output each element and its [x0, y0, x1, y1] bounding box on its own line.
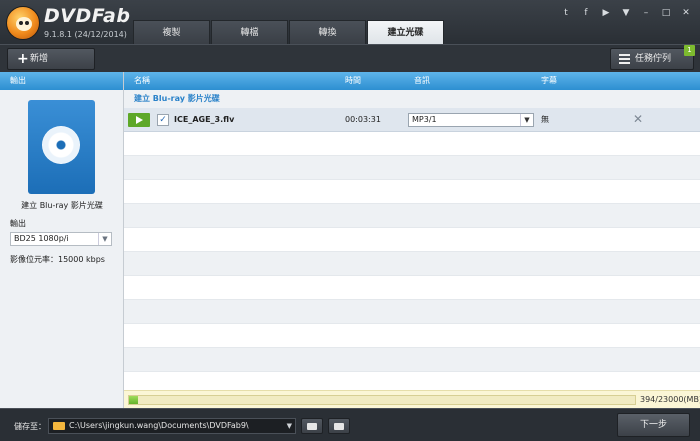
file-duration: 00:03:31: [345, 115, 381, 124]
dvdfab-logo-icon: [6, 6, 40, 40]
output-path-select[interactable]: C:\Users\jingkun.wang\Documents\DVDFab9\…: [48, 418, 296, 434]
chevron-down-icon[interactable]: ▼: [98, 233, 111, 245]
output-path-value: C:\Users\jingkun.wang\Documents\DVDFab9\: [69, 421, 249, 430]
next-button[interactable]: 下一步: [617, 413, 690, 437]
iso-output-button[interactable]: [328, 418, 350, 434]
toolbar: + 新增 任務佇列: [0, 44, 700, 72]
folder-icon: [307, 423, 317, 430]
empty-row: [124, 156, 700, 180]
empty-row: [124, 324, 700, 348]
restore-icon[interactable]: □: [658, 6, 674, 20]
task-queue-label: 任務佇列: [635, 54, 672, 64]
youtube-icon[interactable]: ▶: [598, 6, 614, 20]
queue-count-badge: 1: [684, 45, 695, 56]
play-icon[interactable]: [128, 113, 150, 127]
column-audio: 音訊: [414, 76, 430, 85]
disc-caption: 建立 Blu-ray 影片光碟: [21, 201, 103, 210]
empty-row: [124, 180, 700, 204]
empty-row: [124, 276, 700, 300]
capacity-fill: [129, 396, 138, 404]
bottom-bar: 儲存至： C:\Users\jingkun.wang\Documents\DVD…: [0, 408, 700, 441]
file-checkbox[interactable]: ✓: [157, 114, 169, 126]
menu-dropdown-icon[interactable]: ▼: [618, 6, 634, 20]
empty-row: [124, 204, 700, 228]
add-button-label: 新增: [30, 54, 49, 64]
facebook-icon[interactable]: f: [578, 6, 594, 20]
file-list: 名稱 時間 音訊 字幕 建立 Blu-ray 影片光碟 ✓ ICE_AGE_3.…: [124, 72, 700, 408]
twitter-icon[interactable]: t: [558, 6, 574, 20]
empty-row: [124, 348, 700, 372]
chevron-down-icon[interactable]: ▼: [520, 114, 533, 126]
tab-copy[interactable]: 複製: [133, 20, 210, 44]
browse-folder-button[interactable]: [301, 418, 323, 434]
app-version: 9.1.8.1 (24/12/2014): [44, 30, 127, 39]
capacity-text: 394/23000(MB): [640, 395, 700, 404]
video-bitrate: 影像位元率：15000 kbps: [10, 255, 105, 264]
output-panel: 輸出 建立 Blu-ray 影片光碟 輸出 BD25 1080p/i ▼ 影像位…: [0, 72, 124, 408]
file-name: ICE_AGE_3.flv: [174, 115, 235, 124]
disc-image-icon: [334, 423, 344, 430]
audio-track-select[interactable]: MP3/1 ▼: [408, 113, 534, 127]
column-subtitle: 字幕: [541, 76, 557, 85]
capacity-track: [128, 395, 636, 405]
column-time: 時間: [345, 76, 361, 85]
empty-row: [124, 300, 700, 324]
audio-track-value: MP3/1: [412, 115, 437, 124]
remove-icon[interactable]: ✕: [631, 112, 645, 126]
output-panel-header: 輸出: [0, 72, 123, 90]
empty-row: [124, 228, 700, 252]
folder-icon: [53, 422, 65, 430]
disc-capacity-bar: 394/23000(MB): [124, 390, 700, 408]
empty-row: [124, 132, 700, 156]
plus-icon: +: [17, 51, 29, 67]
table-row[interactable]: ✓ ICE_AGE_3.flv 00:03:31 MP3/1 ▼ 無 ✕: [124, 108, 700, 132]
tab-converter[interactable]: 轉換: [289, 20, 366, 44]
add-button[interactable]: + 新增: [7, 48, 95, 70]
column-name: 名稱: [134, 76, 150, 85]
chevron-down-icon[interactable]: ▼: [287, 419, 292, 433]
window-controls: t f ▶ ▼ – □ ✕: [558, 6, 694, 20]
subtitle-value[interactable]: 無: [541, 108, 549, 132]
task-queue-button[interactable]: 任務佇列: [610, 48, 694, 70]
tab-ripper[interactable]: 轉檔: [211, 20, 288, 44]
output-format-value: BD25 1080p/i: [14, 234, 69, 243]
minimize-icon[interactable]: –: [638, 6, 654, 20]
output-label: 輸出: [10, 219, 26, 228]
app-name: DVDFab: [44, 5, 131, 27]
list-icon: [619, 54, 630, 64]
save-to-label: 儲存至：: [14, 422, 46, 431]
output-format-select[interactable]: BD25 1080p/i ▼: [10, 232, 112, 246]
mode-tabs: 複製 轉檔 轉換 建立光碟: [133, 20, 445, 44]
tab-creator[interactable]: 建立光碟: [367, 20, 444, 44]
list-header: 名稱 時間 音訊 字幕: [124, 72, 700, 90]
close-icon[interactable]: ✕: [678, 6, 694, 20]
bluray-disc-icon: [28, 100, 95, 194]
title-bar: DVDFab 9.1.8.1 (24/12/2014) 複製 轉檔 轉換 建立光…: [0, 0, 700, 44]
group-title: 建立 Blu-ray 影片光碟: [124, 90, 700, 108]
empty-row: [124, 252, 700, 276]
